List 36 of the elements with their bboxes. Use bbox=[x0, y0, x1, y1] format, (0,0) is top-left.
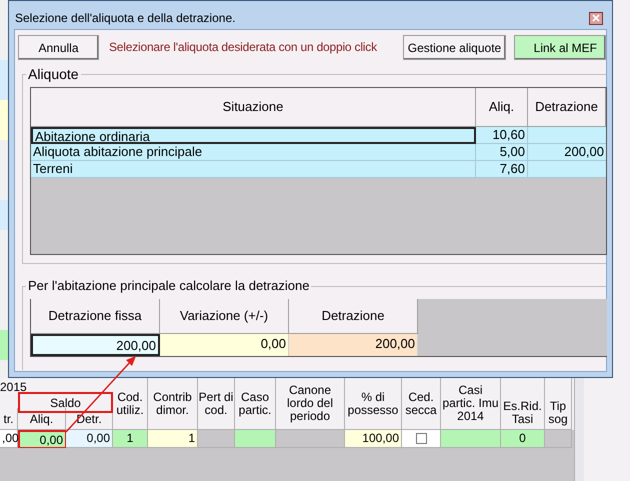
value-field[interactable]: 200,00 bbox=[31, 334, 160, 356]
year-label: 2015 bbox=[0, 380, 27, 394]
checkbox[interactable] bbox=[416, 433, 426, 444]
table-cell[interactable]: 1 bbox=[113, 430, 148, 448]
column-header: Situazione bbox=[31, 88, 476, 127]
table-cell[interactable] bbox=[441, 430, 501, 448]
close-button[interactable] bbox=[589, 12, 603, 24]
table-cell[interactable]: 0,00 bbox=[18, 430, 66, 448]
table-cell[interactable] bbox=[235, 430, 276, 448]
action-button[interactable]: Annulla bbox=[18, 35, 99, 60]
table-cell[interactable] bbox=[276, 430, 345, 448]
table-cell[interactable] bbox=[545, 430, 572, 448]
value-field[interactable]: 0,00 bbox=[160, 334, 289, 356]
close-icon bbox=[592, 14, 600, 22]
column-header: Detrazione bbox=[289, 299, 418, 334]
table-cell[interactable]: 7,60 bbox=[476, 161, 528, 178]
table-cell[interactable]: 0,00 bbox=[66, 430, 113, 448]
table-cell[interactable]: 0 bbox=[501, 430, 545, 448]
action-button[interactable]: Gestione aliquote bbox=[403, 35, 506, 60]
link-button[interactable]: Link al MEF bbox=[514, 35, 606, 60]
table-cell[interactable]: ,00 bbox=[0, 430, 18, 448]
table-cell[interactable]: Abitazione ordinaria bbox=[31, 127, 476, 144]
table-cell[interactable]: 1 bbox=[148, 430, 198, 448]
group-label: Aliquote bbox=[26, 66, 81, 82]
scrollbar[interactable] bbox=[574, 378, 584, 481]
column-header: Detrazione fissa bbox=[31, 299, 160, 334]
table-cell[interactable]: 100,00 bbox=[345, 430, 402, 448]
table-cell[interactable] bbox=[198, 430, 235, 448]
value-field[interactable]: 200,00 bbox=[289, 334, 418, 356]
table-cell[interactable] bbox=[402, 430, 441, 448]
group-header: Saldo bbox=[18, 392, 113, 413]
column-header: Variazione (+/-) bbox=[160, 299, 289, 334]
group-label: Per l'abitazione principale calcolare la detrazione bbox=[26, 278, 312, 294]
instruction-text: Selezionare l'aliquota desiderata con un doppio click bbox=[109, 40, 377, 55]
window-title: Selezione dell'aliquota e della detrazione. bbox=[15, 10, 236, 27]
table-cell[interactable]: Terreni bbox=[31, 161, 476, 178]
